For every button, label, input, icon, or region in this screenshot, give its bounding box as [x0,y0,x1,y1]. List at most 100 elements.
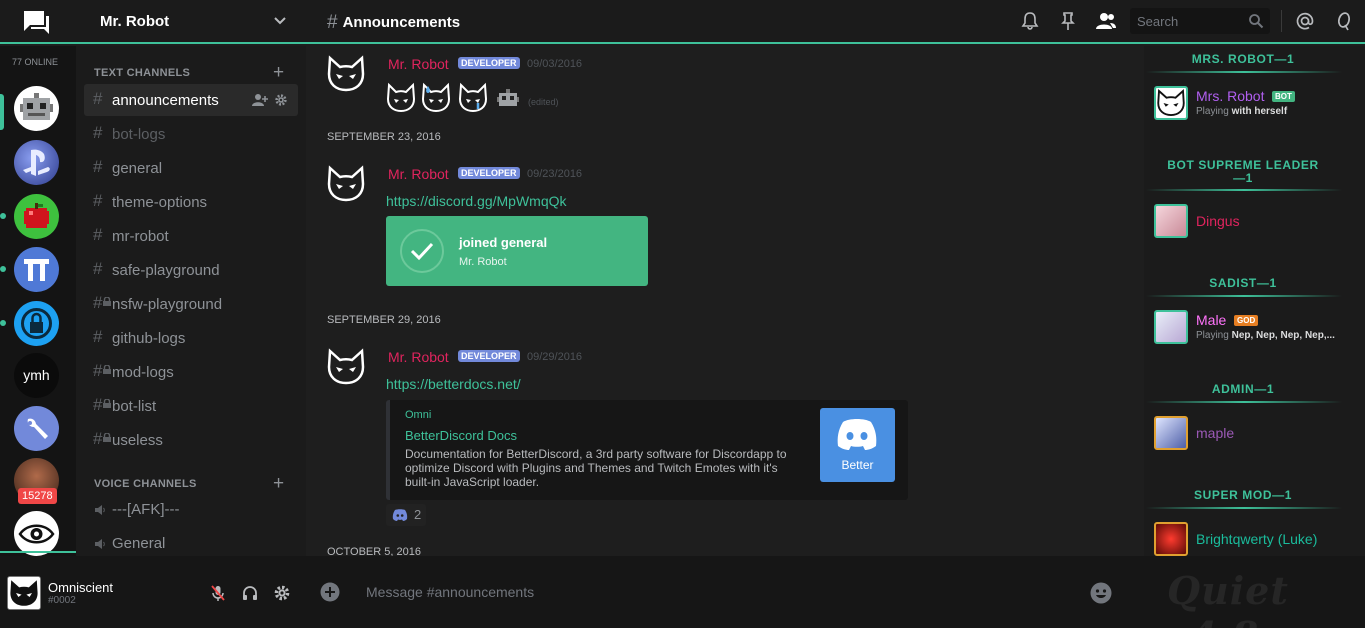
activity-game: Nep, Nep, Nep, Nep,... [1231,330,1335,341]
channel-theme-options[interactable]: # theme-options [84,186,298,218]
chevron-down-icon[interactable] [272,13,288,29]
channel-mod-logs[interactable]: # mod-logs [84,356,298,388]
member-name[interactable]: Mrs. Robot [1196,88,1264,104]
date-divider: SEPTEMBER 29, 2016 [327,314,441,326]
channel-title-text: Announcements [342,14,461,31]
message-input[interactable]: Message #announcements [366,584,534,600]
hash-icon: # [93,361,103,380]
user-avatar[interactable] [7,576,41,610]
channel-bot-logs[interactable]: # bot-logs [84,118,298,150]
server-apple[interactable] [14,194,59,239]
channel-label: bot-list [112,398,157,415]
text-channels-header[interactable]: TEXT CHANNELS [94,67,190,79]
cat-avatar-icon[interactable] [326,164,366,204]
voice-channel-label: ---[AFK]--- [112,501,180,518]
lock-icon [103,297,111,306]
channel-nsfw-playground[interactable]: # nsfw-playground [84,288,298,320]
message-link[interactable]: https://betterdocs.net/ [386,376,521,392]
bell-icon[interactable] [1020,11,1040,31]
upload-plus-icon[interactable] [320,582,340,602]
search-icon [1249,14,1264,29]
cat-cry-emoji-icon [458,82,488,113]
chat-bubbles-icon[interactable] [22,9,50,35]
emoji-picker-icon[interactable] [1090,582,1112,604]
speaker-icon [95,505,105,515]
server-pi[interactable] [14,247,59,292]
server-lock[interactable] [14,301,59,346]
channel-bot-list[interactable]: # bot-list [84,390,298,422]
server-robot[interactable] [14,86,59,131]
member-name[interactable]: Brightqwerty (Luke) [1196,531,1317,547]
role-divider [1146,295,1342,297]
pin-icon[interactable] [1058,11,1078,31]
developer-badge: DEVELOPER [458,167,520,179]
cat-avatar-icon[interactable] [326,347,366,387]
invite-icon[interactable] [252,93,268,107]
mute-mic-icon[interactable] [209,584,227,602]
message-list: Mr. Robot DEVELOPER 09/03/2016 (edited) … [306,46,1144,556]
embed-thumbnail[interactable]: Better [820,408,895,482]
voice-channels-header[interactable]: VOICE CHANNELS [94,478,197,490]
hash-icon: # [93,259,103,278]
members-icon[interactable] [1095,11,1117,31]
channel-safe-playground[interactable]: # safe-playground [84,254,298,286]
channel-label: bot-logs [112,126,166,143]
channel-mr-robot[interactable]: # mr-robot [84,220,298,252]
bottom-bar: Omniscient #0002 Message #announcements … [0,556,1365,628]
server-ymh[interactable]: ymh [14,353,59,398]
unread-indicator [0,213,6,219]
cat-sweat-emoji-icon [421,82,451,113]
member-avatar[interactable] [1154,204,1188,238]
role-divider [1146,507,1342,509]
reaction-button[interactable]: 2 [386,504,426,526]
hash-icon: # [93,429,103,448]
hash-icon: # [93,327,103,346]
add-voice-channel-icon[interactable]: + [273,474,284,493]
message-author[interactable]: Mr. Robot [388,349,449,365]
channel-announcements[interactable]: # announcements [84,84,298,116]
channel-label: useless [112,432,163,449]
member-avatar[interactable] [1154,310,1188,344]
server-playstation[interactable] [14,140,59,185]
edited-label: (edited) [528,97,559,107]
server-list-divider [0,551,76,553]
quiet-theme-icon[interactable] [1334,11,1354,31]
cat-avatar-icon [1157,89,1185,116]
voice-channel-general[interactable]: General [84,529,298,556]
message-author[interactable]: Mr. Robot [388,56,449,72]
top-bar: Mr. Robot # Announcements Search [0,0,1365,44]
search-box[interactable]: Search [1130,8,1270,34]
lock-icon [21,308,52,339]
joined-channel-card[interactable]: joined general Mr. Robot [386,216,648,286]
member-avatar[interactable] [1154,416,1188,450]
robot-emoji-icon [497,89,519,106]
checkmark-icon [400,229,444,273]
message-author[interactable]: Mr. Robot [388,166,449,182]
member-name[interactable]: Dingus [1196,213,1240,229]
thumbnail-label: Better [841,458,874,472]
member-name[interactable]: maple [1196,425,1234,441]
user-settings-gear-icon[interactable] [273,584,291,602]
server-list: 77 ONLINE ymh 15278 [0,46,76,556]
server-eye[interactable] [14,511,59,556]
add-text-channel-icon[interactable]: + [273,63,284,82]
voice-channel-afk[interactable]: ---[AFK]--- [84,495,298,525]
channel-general[interactable]: # general [84,152,298,184]
cat-avatar-icon[interactable] [326,54,366,94]
playing-prefix: Playing [1196,106,1229,117]
member-avatar[interactable] [1154,522,1188,556]
channel-useless[interactable]: # useless [84,424,298,456]
channel-label: github-logs [112,330,186,347]
channel-github-logs[interactable]: # github-logs [84,322,298,354]
member-name[interactable]: Male [1196,312,1226,328]
embed-provider[interactable]: Omni [405,409,431,421]
embed-title[interactable]: BetterDiscord Docs [405,428,517,443]
hash-icon: # [93,123,103,142]
server-wrench[interactable] [14,406,59,451]
server-name[interactable]: Mr. Robot [100,13,169,30]
mentions-icon[interactable] [1295,11,1315,31]
gear-icon[interactable] [273,93,289,107]
invite-link[interactable]: https://discord.gg/MpWmqQk [386,193,567,209]
headphones-icon[interactable] [241,584,259,602]
member-avatar[interactable] [1154,86,1188,120]
